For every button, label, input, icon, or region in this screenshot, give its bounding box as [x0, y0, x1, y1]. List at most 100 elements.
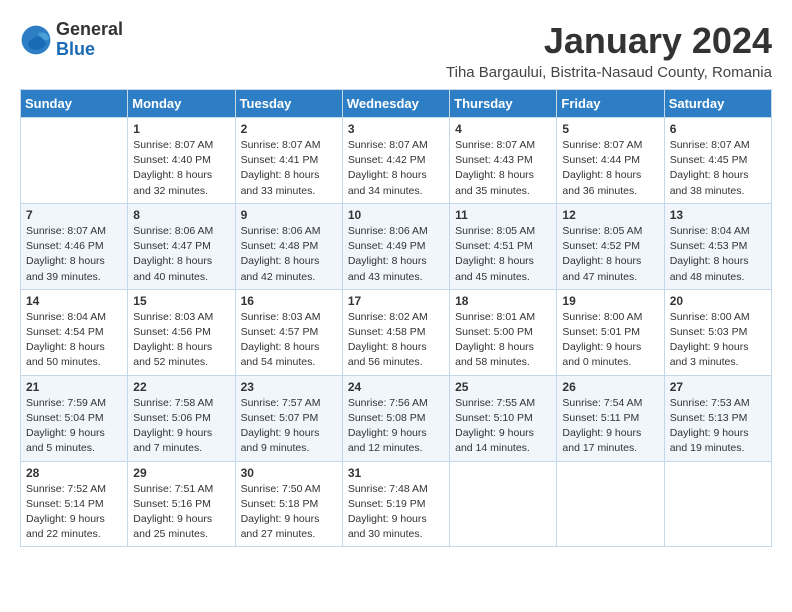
- day-number: 10: [348, 208, 444, 222]
- day-number: 31: [348, 466, 444, 480]
- header-day-tuesday: Tuesday: [235, 90, 342, 118]
- header-day-monday: Monday: [128, 90, 235, 118]
- day-cell-31: 31 Sunrise: 7:48 AMSunset: 5:19 PMDayligh…: [342, 461, 449, 547]
- day-cell-21: 21 Sunrise: 7:59 AMSunset: 5:04 PMDayligh…: [21, 375, 128, 461]
- day-info: Sunrise: 8:07 AMSunset: 4:45 PMDaylight:…: [670, 138, 766, 199]
- day-number: 9: [241, 208, 337, 222]
- week-row-3: 14Sunrise: 8:04 AMSunset: 4:54 PMDayligh…: [21, 289, 772, 375]
- day-number: 12: [562, 208, 658, 222]
- day-cell-24: 24 Sunrise: 7:56 AMSunset: 5:08 PMDayligh…: [342, 375, 449, 461]
- day-number: 14: [26, 294, 122, 308]
- day-cell-13: 13Sunrise: 8:04 AMSunset: 4:53 PMDayligh…: [664, 203, 771, 289]
- logo-general: General: [56, 20, 123, 40]
- day-info: Sunrise: 8:07 AMSunset: 4:42 PMDaylight:…: [348, 138, 444, 199]
- day-info: Sunrise: 7:57 AMSunset: 5:07 PMDaylight:…: [241, 396, 337, 457]
- day-info: Sunrise: 8:01 AMSunset: 5:00 PMDaylight:…: [455, 310, 551, 371]
- day-info: Sunrise: 7:58 AMSunset: 5:06 PMDaylight:…: [133, 396, 229, 457]
- day-cell-16: 16 Sunrise: 8:03 AMSunset: 4:57 PMDayligh…: [235, 289, 342, 375]
- day-info: Sunrise: 7:51 AMSunset: 5:16 PMDaylight:…: [133, 482, 229, 543]
- day-cell-7: 7 Sunrise: 8:07 AMSunset: 4:46 PMDaylight…: [21, 203, 128, 289]
- day-info: Sunrise: 7:59 AMSunset: 5:04 PMDaylight:…: [26, 396, 122, 457]
- week-row-4: 21 Sunrise: 7:59 AMSunset: 5:04 PMDayligh…: [21, 375, 772, 461]
- day-cell-12: 12Sunrise: 8:05 AMSunset: 4:52 PMDayligh…: [557, 203, 664, 289]
- day-number: 18: [455, 294, 551, 308]
- day-info: Sunrise: 8:00 AMSunset: 5:03 PMDaylight:…: [670, 310, 766, 371]
- day-cell-14: 14Sunrise: 8:04 AMSunset: 4:54 PMDayligh…: [21, 289, 128, 375]
- month-title: January 2024: [446, 20, 772, 62]
- day-number: 11: [455, 208, 551, 222]
- header-row: SundayMondayTuesdayWednesdayThursdayFrid…: [21, 90, 772, 118]
- day-cell-29: 29 Sunrise: 7:51 AMSunset: 5:16 PMDayligh…: [128, 461, 235, 547]
- empty-cell: [21, 118, 128, 204]
- day-number: 27: [670, 380, 766, 394]
- day-cell-22: 22Sunrise: 7:58 AMSunset: 5:06 PMDayligh…: [128, 375, 235, 461]
- day-number: 1: [133, 122, 229, 136]
- day-info: Sunrise: 8:07 AMSunset: 4:41 PMDaylight:…: [241, 138, 337, 199]
- day-info: Sunrise: 7:56 AMSunset: 5:08 PMDaylight:…: [348, 396, 444, 457]
- day-cell-23: 23 Sunrise: 7:57 AMSunset: 5:07 PMDayligh…: [235, 375, 342, 461]
- day-info: Sunrise: 7:52 AMSunset: 5:14 PMDaylight:…: [26, 482, 122, 543]
- day-cell-10: 10 Sunrise: 8:06 AMSunset: 4:49 PMDayligh…: [342, 203, 449, 289]
- logo: General Blue: [20, 20, 123, 60]
- week-row-2: 7 Sunrise: 8:07 AMSunset: 4:46 PMDaylight…: [21, 203, 772, 289]
- calendar-table: SundayMondayTuesdayWednesdayThursdayFrid…: [20, 89, 772, 547]
- day-cell-28: 28Sunrise: 7:52 AMSunset: 5:14 PMDayligh…: [21, 461, 128, 547]
- day-number: 26: [562, 380, 658, 394]
- empty-cell: [557, 461, 664, 547]
- day-number: 23: [241, 380, 337, 394]
- day-info: Sunrise: 8:06 AMSunset: 4:49 PMDaylight:…: [348, 224, 444, 285]
- day-number: 21: [26, 380, 122, 394]
- day-cell-5: 5Sunrise: 8:07 AMSunset: 4:44 PMDaylight…: [557, 118, 664, 204]
- logo-blue: Blue: [56, 40, 123, 60]
- day-number: 6: [670, 122, 766, 136]
- day-info: Sunrise: 8:07 AMSunset: 4:40 PMDaylight:…: [133, 138, 229, 199]
- day-number: 7: [26, 208, 122, 222]
- day-cell-19: 19Sunrise: 8:00 AMSunset: 5:01 PMDayligh…: [557, 289, 664, 375]
- day-number: 16: [241, 294, 337, 308]
- empty-cell: [664, 461, 771, 547]
- subtitle: Tiha Bargaului, Bistrita-Nasaud County, …: [446, 64, 772, 81]
- day-number: 2: [241, 122, 337, 136]
- day-cell-4: 4 Sunrise: 8:07 AMSunset: 4:43 PMDaylight…: [450, 118, 557, 204]
- day-info: Sunrise: 8:06 AMSunset: 4:47 PMDaylight:…: [133, 224, 229, 285]
- day-number: 29: [133, 466, 229, 480]
- day-cell-27: 27 Sunrise: 7:53 AMSunset: 5:13 PMDayligh…: [664, 375, 771, 461]
- day-info: Sunrise: 8:06 AMSunset: 4:48 PMDaylight:…: [241, 224, 337, 285]
- day-info: Sunrise: 8:07 AMSunset: 4:44 PMDaylight:…: [562, 138, 658, 199]
- day-cell-3: 3Sunrise: 8:07 AMSunset: 4:42 PMDaylight…: [342, 118, 449, 204]
- day-cell-30: 30 Sunrise: 7:50 AMSunset: 5:18 PMDayligh…: [235, 461, 342, 547]
- day-info: Sunrise: 8:03 AMSunset: 4:56 PMDaylight:…: [133, 310, 229, 371]
- logo-text: General Blue: [56, 20, 123, 60]
- header-day-wednesday: Wednesday: [342, 90, 449, 118]
- header-day-thursday: Thursday: [450, 90, 557, 118]
- day-info: Sunrise: 8:03 AMSunset: 4:57 PMDaylight:…: [241, 310, 337, 371]
- day-number: 17: [348, 294, 444, 308]
- week-row-1: 1 Sunrise: 8:07 AMSunset: 4:40 PMDaylight…: [21, 118, 772, 204]
- day-info: Sunrise: 8:00 AMSunset: 5:01 PMDaylight:…: [562, 310, 658, 371]
- day-number: 30: [241, 466, 337, 480]
- day-cell-1: 1 Sunrise: 8:07 AMSunset: 4:40 PMDaylight…: [128, 118, 235, 204]
- day-info: Sunrise: 8:05 AMSunset: 4:51 PMDaylight:…: [455, 224, 551, 285]
- week-row-5: 28Sunrise: 7:52 AMSunset: 5:14 PMDayligh…: [21, 461, 772, 547]
- day-cell-6: 6 Sunrise: 8:07 AMSunset: 4:45 PMDaylight…: [664, 118, 771, 204]
- title-block: January 2024 Tiha Bargaului, Bistrita-Na…: [446, 20, 772, 81]
- day-cell-2: 2 Sunrise: 8:07 AMSunset: 4:41 PMDaylight…: [235, 118, 342, 204]
- day-number: 4: [455, 122, 551, 136]
- day-info: Sunrise: 8:07 AMSunset: 4:43 PMDaylight:…: [455, 138, 551, 199]
- day-info: Sunrise: 7:48 AMSunset: 5:19 PMDaylight:…: [348, 482, 444, 543]
- day-info: Sunrise: 7:53 AMSunset: 5:13 PMDaylight:…: [670, 396, 766, 457]
- day-number: 8: [133, 208, 229, 222]
- day-number: 25: [455, 380, 551, 394]
- day-info: Sunrise: 7:50 AMSunset: 5:18 PMDaylight:…: [241, 482, 337, 543]
- day-cell-8: 8 Sunrise: 8:06 AMSunset: 4:47 PMDaylight…: [128, 203, 235, 289]
- header-day-friday: Friday: [557, 90, 664, 118]
- day-number: 24: [348, 380, 444, 394]
- day-cell-17: 17Sunrise: 8:02 AMSunset: 4:58 PMDayligh…: [342, 289, 449, 375]
- day-info: Sunrise: 8:07 AMSunset: 4:46 PMDaylight:…: [26, 224, 122, 285]
- day-cell-9: 9 Sunrise: 8:06 AMSunset: 4:48 PMDaylight…: [235, 203, 342, 289]
- header-day-sunday: Sunday: [21, 90, 128, 118]
- day-info: Sunrise: 8:04 AMSunset: 4:53 PMDaylight:…: [670, 224, 766, 285]
- day-number: 15: [133, 294, 229, 308]
- header-area: General Blue January 2024 Tiha Bargaului…: [20, 20, 772, 81]
- day-cell-15: 15 Sunrise: 8:03 AMSunset: 4:56 PMDayligh…: [128, 289, 235, 375]
